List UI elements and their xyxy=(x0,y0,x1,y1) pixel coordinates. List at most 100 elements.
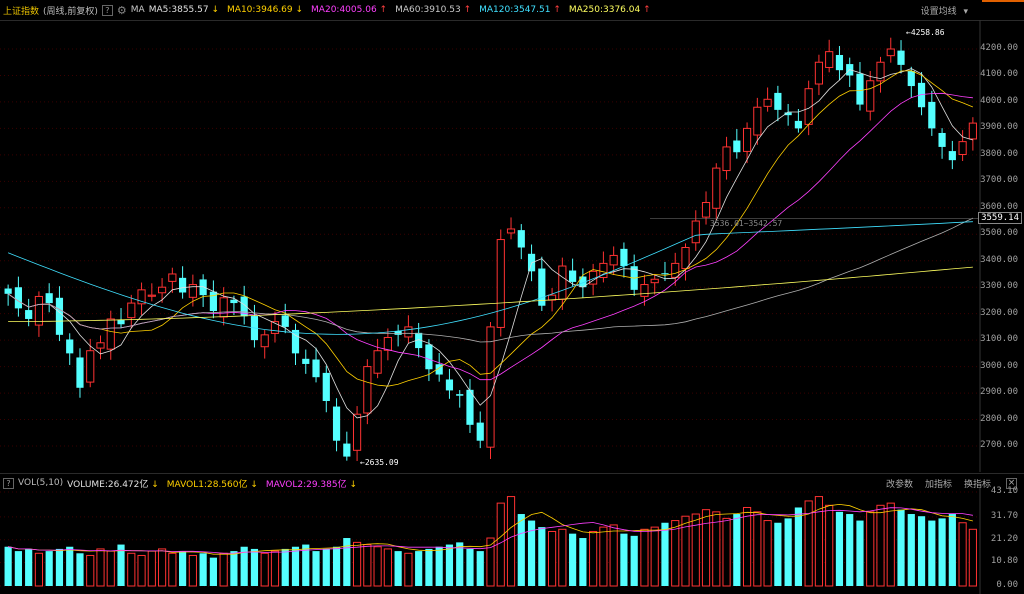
candle xyxy=(425,344,433,370)
candle xyxy=(701,202,711,218)
ma-item: MA120:3547.51 ↑ xyxy=(479,5,561,15)
price-tick-label: 2900.00 xyxy=(980,387,1018,398)
volume-bar xyxy=(343,538,351,586)
candle xyxy=(486,326,495,448)
volume-bar xyxy=(476,551,484,586)
price-tick-label: 3200.00 xyxy=(980,307,1018,318)
volume-bar xyxy=(599,526,608,587)
volume-help-button[interactable]: ? xyxy=(3,477,14,489)
volume-bar xyxy=(742,506,752,587)
volume-bar xyxy=(866,511,875,587)
volume-chart[interactable] xyxy=(0,488,1024,594)
ma-item: MA20:4005.06 ↑ xyxy=(311,5,388,15)
candle xyxy=(45,293,53,304)
arrow-up-icon: ↑ xyxy=(640,5,651,15)
volume-bar xyxy=(209,557,217,586)
volume-bar xyxy=(373,546,382,587)
candle xyxy=(199,279,207,296)
ma-items: MA5:3855.57 ↓ MA10:3946.69 ↓ MA20:4005.06 … xyxy=(149,5,659,15)
volume-indicator-label: VOL(5,10) xyxy=(18,478,64,488)
candle xyxy=(456,394,464,396)
price-chart[interactable] xyxy=(0,20,1024,472)
candle xyxy=(343,443,351,457)
ma-item: MA5:3855.57 ↓ xyxy=(148,5,220,15)
volume-bar xyxy=(281,548,289,586)
volume-bar xyxy=(394,551,402,586)
candle xyxy=(332,406,341,441)
volume-tick-label: 10.80 xyxy=(990,556,1018,567)
volume-bar xyxy=(722,517,731,587)
price-tick-label: 2800.00 xyxy=(980,413,1018,424)
volume-bar xyxy=(466,548,474,586)
candle xyxy=(55,297,64,335)
volume-bar xyxy=(835,511,844,586)
volume-bar xyxy=(415,551,423,586)
volume-bar xyxy=(846,514,854,586)
gear-icon[interactable]: ⚙ xyxy=(117,4,127,17)
candle xyxy=(753,106,762,136)
candle xyxy=(260,334,269,348)
arrow-up-icon: ↑ xyxy=(550,5,561,15)
help-button[interactable]: ? xyxy=(101,4,113,16)
volume-bar xyxy=(137,554,146,587)
volume-bar xyxy=(270,550,280,587)
candle xyxy=(117,319,125,325)
candle xyxy=(66,339,74,354)
volume-bar xyxy=(14,551,22,586)
moving-average-line xyxy=(7,221,973,335)
candle xyxy=(671,262,680,278)
candle xyxy=(620,248,628,267)
candle xyxy=(127,302,136,319)
volume-bar xyxy=(4,546,12,586)
period-label: (周线,前复权) xyxy=(43,6,98,17)
volume-bar xyxy=(569,533,577,586)
candle xyxy=(76,357,84,388)
volume-bar xyxy=(763,520,772,587)
candle xyxy=(476,422,484,441)
volume-bar xyxy=(456,542,464,586)
price-tick-label: 4100.00 xyxy=(980,69,1018,80)
candle xyxy=(856,73,864,105)
candle xyxy=(34,295,44,326)
volume-bar xyxy=(589,530,598,587)
candle xyxy=(907,71,915,87)
candle xyxy=(106,318,115,350)
volume-bar xyxy=(76,553,84,586)
volume-bar xyxy=(147,550,156,587)
candle xyxy=(835,54,844,71)
candle xyxy=(661,273,669,275)
volume-bar xyxy=(383,548,392,587)
volume-bar xyxy=(609,524,618,587)
volume-bar xyxy=(127,552,136,587)
arrow-up-icon: ↑ xyxy=(460,5,472,15)
price-tick-label: 3500.00 xyxy=(980,228,1018,239)
volume-bar xyxy=(96,548,105,587)
candle xyxy=(86,350,95,383)
candle xyxy=(742,127,752,152)
candle xyxy=(866,80,875,112)
candle xyxy=(96,342,105,349)
candle xyxy=(302,358,310,364)
volume-bar xyxy=(661,522,669,586)
candle xyxy=(569,270,577,282)
volume-bar xyxy=(157,548,167,587)
ma-settings-link[interactable]: 设置均线 ▾ xyxy=(921,4,968,17)
index-title[interactable]: 上证指数 xyxy=(3,4,39,17)
candle xyxy=(948,151,956,161)
volume-bar xyxy=(506,496,516,587)
volume-bar xyxy=(825,504,834,587)
candle xyxy=(209,291,217,312)
volume-bar xyxy=(968,528,977,587)
ma-item: MA60:3910.53 ↑ xyxy=(395,5,472,15)
volume-bar xyxy=(558,528,567,587)
candle xyxy=(517,230,525,248)
volume-bar xyxy=(496,502,505,587)
volume-bar xyxy=(538,527,546,586)
volume-bar xyxy=(886,502,895,587)
candle xyxy=(886,48,895,57)
volume-bar xyxy=(332,546,341,586)
volume-bar xyxy=(363,544,372,587)
volume-bar xyxy=(250,548,259,586)
volume-bar xyxy=(928,520,936,586)
candle xyxy=(691,220,700,244)
